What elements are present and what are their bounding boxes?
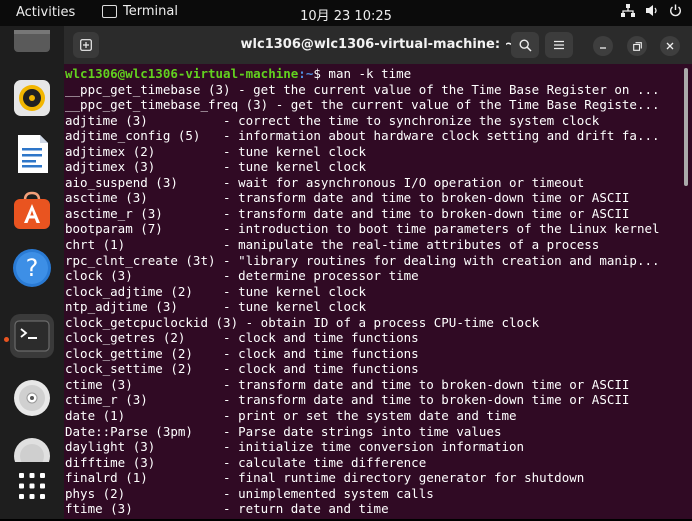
output-line: clock (3) - determine processor time	[65, 268, 419, 284]
prompt-path: :~	[298, 66, 314, 81]
libreoffice-writer-icon[interactable]	[10, 132, 54, 176]
output-line: asctime_r (3) - transform date and time …	[65, 205, 630, 221]
menu-button[interactable]	[545, 32, 573, 58]
output-line: ctime (3) - transform date and time to b…	[65, 376, 630, 392]
output-line: adjtime (3) - correct the time to synchr…	[65, 112, 600, 128]
output-line: Date::Parse (3pm) - Parse date strings i…	[65, 423, 502, 439]
minimize-button[interactable]	[593, 36, 613, 56]
prompt-line: wlc1306@wlc1306-virtual-machine:~$ man -…	[64, 66, 692, 82]
output-line: bootparam (7) - introduction to boot tim…	[65, 221, 660, 237]
output-line: __ppc_get_timebase (3) - get the current…	[65, 81, 660, 97]
help-icon[interactable]: ?	[10, 246, 54, 290]
output-line: adjtimex (3) - tune kernel clock	[65, 159, 367, 175]
output-line: clock_gettime (2) - clock and time funct…	[65, 345, 419, 361]
files-app-icon[interactable]	[10, 26, 54, 56]
maximize-button[interactable]	[627, 36, 647, 56]
rhythmbox-icon[interactable]	[10, 76, 54, 120]
output-line: asctime (3) - transform date and time to…	[65, 190, 630, 206]
prompt-symbol: $	[313, 66, 329, 81]
close-icon	[666, 42, 674, 50]
output-line: rpc_clnt_create (3t) - "library routines…	[65, 252, 660, 268]
output-line: date (1) - print or set the system date …	[65, 408, 517, 424]
command-text: man -k time	[328, 66, 412, 81]
output-line: clock_getres (2) - clock and time functi…	[65, 330, 419, 346]
search-button[interactable]	[511, 32, 539, 58]
prompt-user: wlc1306@wlc1306-virtual-machine	[65, 66, 299, 81]
dock: ?	[0, 26, 64, 519]
minimize-icon	[600, 47, 606, 49]
title-bar[interactable]: wlc1306@wlc1306-virtual-machine: ~	[64, 26, 692, 64]
close-button[interactable]	[660, 36, 680, 56]
output-line: finalrd (1) - final runtime directory ge…	[65, 470, 585, 486]
output-line: chrt (1) - manipulate the real-time attr…	[65, 237, 600, 253]
output-line: ftime (3) - return date and time	[65, 501, 389, 517]
output-line: ctime_r (3) - transform date and time to…	[65, 392, 630, 408]
top-bar: Activities Terminal 10月 23 10:25	[0, 0, 692, 26]
drive-icon[interactable]	[10, 434, 54, 462]
network-icon	[621, 4, 635, 17]
search-icon	[518, 38, 532, 52]
output-line: adjtime_config (5) - information about h…	[65, 128, 660, 144]
output-line: __ppc_get_timebase_freq (3) - get the cu…	[65, 97, 660, 113]
clock[interactable]: 10月 23 10:25	[0, 5, 692, 24]
dvd-icon[interactable]	[10, 376, 54, 420]
svg-text:?: ?	[26, 254, 39, 282]
restore-icon	[632, 41, 642, 51]
output-line: adjtimex (2) - tune kernel clock	[65, 143, 367, 159]
show-apps-icon[interactable]	[10, 464, 54, 508]
output-line: clock_settime (2) - clock and time funct…	[65, 361, 419, 377]
running-indicator	[4, 337, 9, 342]
terminal-window: wlc1306@wlc1306-virtual-machine: ~ wlc13…	[64, 26, 692, 519]
power-icon	[670, 4, 681, 17]
output-line: aio_suspend (3) - wait for asynchronous …	[65, 174, 585, 190]
volume-icon	[646, 5, 657, 16]
output-line: ntp_adjtime (3) - tune kernel clock	[65, 299, 367, 315]
output-line: daylight (3) - initialize time conversio…	[65, 439, 525, 455]
output-line: clock_adjtime (2) - tune kernel clock	[65, 283, 367, 299]
output-line: phys (2) - unimplemented system calls	[65, 485, 434, 501]
system-tray[interactable]	[621, 4, 682, 17]
hamburger-icon	[554, 40, 564, 50]
terminal-dock-icon[interactable]	[10, 314, 54, 358]
scrollbar[interactable]	[684, 68, 688, 186]
terminal-output[interactable]: wlc1306@wlc1306-virtual-machine:~$ man -…	[64, 64, 692, 521]
output-line: difftime (3) - calculate time difference	[65, 454, 427, 470]
ubuntu-software-icon[interactable]	[10, 188, 54, 232]
output-line: clock_getcpuclockid (3) - obtain ID of a…	[65, 314, 540, 330]
